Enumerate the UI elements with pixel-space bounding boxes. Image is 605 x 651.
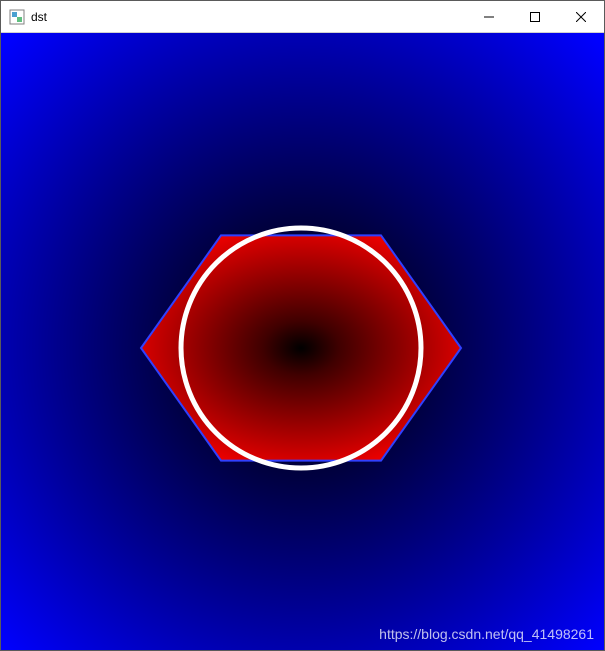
minimize-button[interactable] xyxy=(466,1,512,33)
watermark-text: https://blog.csdn.net/qq_41498261 xyxy=(379,626,594,642)
close-button[interactable] xyxy=(558,1,604,33)
maximize-button[interactable] xyxy=(512,1,558,33)
rendered-image xyxy=(1,33,604,650)
minimize-icon xyxy=(484,12,494,22)
titlebar[interactable]: dst xyxy=(1,1,604,33)
maximize-icon xyxy=(530,12,540,22)
window-title: dst xyxy=(31,10,47,24)
close-icon xyxy=(576,12,586,22)
window-frame: dst xyxy=(0,0,605,651)
app-icon xyxy=(9,9,25,25)
image-canvas: https://blog.csdn.net/qq_41498261 xyxy=(1,33,604,650)
